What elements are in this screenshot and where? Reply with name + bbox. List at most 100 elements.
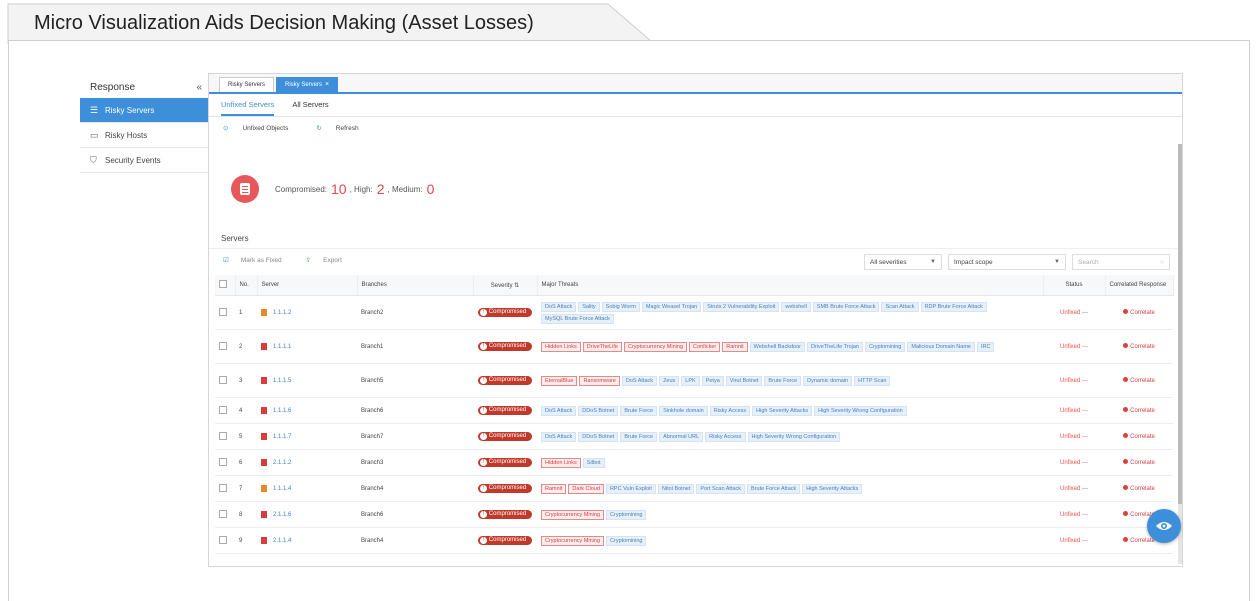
threat-tag[interactable]: DriveTheLife Trojan — [806, 341, 863, 352]
server-ip[interactable]: 1.1.1.2 — [273, 310, 291, 316]
row-checkbox[interactable] — [215, 449, 235, 476]
threat-tag[interactable]: High Severity Wrong Configuration — [747, 431, 841, 442]
threat-tag[interactable]: RPC Vuln Exploit — [605, 483, 656, 494]
threat-tag[interactable]: Scan Attack — [881, 301, 919, 312]
threat-tag[interactable]: High Severity Attacks — [802, 483, 863, 494]
correlate-cell[interactable]: Correlate — [1105, 295, 1173, 330]
threat-tag[interactable]: Brute Force — [620, 405, 658, 416]
server-ip[interactable]: 1.1.1.5 — [273, 378, 291, 384]
select-all-checkbox[interactable] — [215, 275, 236, 296]
tab-risky-servers-2[interactable]: Risky Servers × — [276, 77, 339, 92]
threat-tag[interactable]: Ramnit — [541, 483, 567, 494]
server-cell[interactable]: 1.1.1.7 — [257, 423, 357, 450]
collapse-icon[interactable]: « — [196, 82, 202, 93]
unfixed-objects-button[interactable]: ⊙ Unfixed Objects — [223, 124, 302, 132]
correlate-button[interactable]: Correlate — [1123, 407, 1155, 414]
table-row[interactable]: 7 1.1.1.4 Branch4 ! Compromised Ramnit Dar… — [215, 475, 1173, 502]
threat-tag[interactable]: Risky Access — [705, 431, 746, 442]
correlate-button[interactable]: Correlate — [1123, 433, 1155, 440]
table-row[interactable]: 6 2.1.1.2 Branch3 ! Compromised Hidden Li… — [215, 449, 1173, 476]
column-header-severity[interactable]: Severity ⇅ — [473, 275, 538, 296]
threat-tag[interactable]: Abnormal URL — [659, 431, 704, 442]
row-checkbox[interactable] — [215, 527, 235, 554]
table-row[interactable]: 9 2.1.1.4 Branch4 ! Compromised Cryptocur… — [215, 527, 1173, 554]
threat-tag[interactable]: Malicious Domain Name — [907, 341, 975, 352]
status-cell[interactable]: Unfixed --- — [1043, 449, 1105, 476]
scrollbar-thumb[interactable] — [1178, 144, 1182, 504]
status-cell[interactable]: Unfixed --- — [1043, 501, 1105, 528]
threat-tag[interactable]: Cryptocurrency Mining — [541, 509, 605, 520]
sidebar-item-security-events[interactable]: ⛉ Security Events — [80, 148, 208, 173]
correlate-cell[interactable]: Correlate — [1105, 475, 1173, 502]
threat-tag[interactable]: High Severity Attacks — [752, 405, 813, 416]
threat-tag[interactable]: RDP Brute Force Attack — [920, 301, 987, 312]
table-row[interactable]: 5 1.1.1.7 Branch7 ! Compromised DoS Attac… — [215, 423, 1173, 450]
status-cell[interactable]: Unfixed --- — [1043, 397, 1105, 424]
correlate-cell[interactable]: Correlate — [1105, 363, 1173, 398]
threat-tag[interactable]: IRC — [976, 341, 995, 352]
subtab-all-servers[interactable]: All Servers — [292, 94, 328, 116]
threat-tag[interactable]: Webshell Backdoor — [749, 341, 805, 352]
server-cell[interactable]: 2.1.1.6 — [257, 501, 357, 528]
threat-tag[interactable]: DoS Attack — [621, 375, 658, 386]
threat-tag[interactable]: DoS Attack — [541, 431, 577, 442]
threat-tag[interactable]: Petya — [701, 375, 724, 386]
status-cell[interactable]: Unfixed --- — [1043, 423, 1105, 450]
view-button[interactable] — [1147, 509, 1181, 543]
threat-tag[interactable]: Magic Weasel Trojan — [641, 301, 702, 312]
threat-tag[interactable]: Cryptocurrency Mining — [541, 535, 605, 546]
row-checkbox[interactable] — [215, 329, 235, 364]
row-checkbox[interactable] — [215, 475, 235, 502]
server-cell[interactable]: 2.1.1.4 — [257, 527, 357, 554]
threat-tag[interactable]: DoS Attack — [541, 405, 577, 416]
server-cell[interactable]: 1.1.1.2 — [257, 295, 357, 330]
threat-tag[interactable]: Silbot — [582, 457, 605, 468]
threat-tag[interactable]: Virut Botnet — [725, 375, 763, 386]
server-ip[interactable]: 1.1.1.7 — [273, 434, 291, 440]
search-input[interactable]: Search ○ — [1072, 254, 1170, 270]
sidebar-item-risky-hosts[interactable]: ▭ Risky Hosts — [80, 123, 208, 148]
threat-tag[interactable]: Dark Cloud — [568, 483, 604, 494]
threat-tag[interactable]: Brute Force — [764, 375, 802, 386]
close-icon[interactable]: × — [325, 81, 329, 88]
table-row[interactable]: 3 1.1.1.5 Branch5 ! Compromised EternalBl… — [215, 363, 1173, 398]
threat-tag[interactable]: Brute Force — [620, 431, 658, 442]
status-cell[interactable]: Unfixed --- — [1043, 363, 1105, 398]
server-ip[interactable]: 2.1.1.4 — [273, 538, 291, 544]
threat-tag[interactable]: Zeus — [659, 375, 680, 386]
threat-tag[interactable]: Conficker — [689, 341, 721, 352]
sidebar-item-risky-servers[interactable]: ☰ Risky Servers — [80, 98, 208, 123]
threat-tag[interactable]: Cryptomining — [606, 509, 647, 520]
threat-tag[interactable]: HTTP Scan — [854, 375, 891, 386]
server-ip[interactable]: 1.1.1.1 — [273, 344, 291, 350]
row-checkbox[interactable] — [215, 397, 235, 424]
status-cell[interactable]: Unfixed --- — [1043, 295, 1105, 330]
status-cell[interactable]: Unfixed --- — [1043, 329, 1105, 364]
server-ip[interactable]: 1.1.1.6 — [273, 408, 291, 414]
correlate-button[interactable]: Correlate — [1123, 343, 1155, 350]
threat-tag[interactable]: LPK — [681, 375, 700, 386]
refresh-button[interactable]: ↻ Refresh — [316, 124, 372, 132]
table-row[interactable]: 1 1.1.1.2 Branch2 ! Compromised DoS Attac… — [215, 295, 1173, 330]
threat-tag[interactable]: DriveTheLife — [582, 341, 622, 352]
threat-tag[interactable]: SMB Brute Force Attack — [812, 301, 880, 312]
server-cell[interactable]: 1.1.1.1 — [257, 329, 357, 364]
mark-fixed-button[interactable]: ☑ Mark as Fixed — [223, 256, 294, 264]
threat-tag[interactable]: Port Scan Attack — [696, 483, 746, 494]
threat-tag[interactable]: Hidden Links — [541, 341, 581, 352]
correlate-cell[interactable]: Correlate — [1105, 423, 1173, 450]
correlate-button[interactable]: Correlate — [1123, 485, 1155, 492]
threat-tag[interactable]: Nitol Botnet — [657, 483, 695, 494]
threat-tag[interactable]: Sobig Worm — [601, 301, 640, 312]
threat-tag[interactable]: DoS Attack — [541, 301, 577, 312]
threat-tag[interactable]: DDoS Botnet — [578, 431, 619, 442]
threat-tag[interactable]: Brute Force Attack — [747, 483, 801, 494]
correlate-cell[interactable]: Correlate — [1105, 449, 1173, 476]
server-cell[interactable]: 1.1.1.5 — [257, 363, 357, 398]
correlate-button[interactable]: Correlate — [1123, 377, 1155, 384]
threat-tag[interactable]: Cryptomining — [864, 341, 906, 352]
table-row[interactable]: 2 1.1.1.1 Branch1 ! Compromised Hidden Li… — [215, 329, 1173, 364]
threat-tag[interactable]: Ramnit — [722, 341, 748, 352]
threat-tag[interactable]: Sality — [578, 301, 600, 312]
server-ip[interactable]: 1.1.1.4 — [273, 486, 291, 492]
